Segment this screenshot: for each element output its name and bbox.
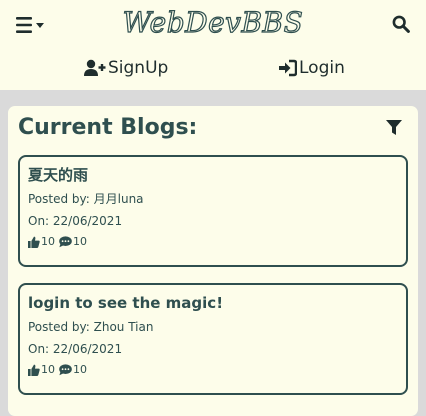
signup-label: SignUp [108,58,169,78]
like-count: 10 [41,363,55,376]
like-stat[interactable]: 10 [28,235,55,249]
blog-card[interactable]: 夏天的雨 Posted by: 月月luna On: 22/06/2021 10 [18,155,408,267]
search-icon [392,15,410,33]
login-link[interactable]: Login [279,56,345,80]
comment-count: 10 [73,235,87,248]
comment-count: 10 [73,363,87,376]
site-brand[interactable]: WebDevBBS [0,4,426,42]
comment-stat[interactable]: 10 [59,235,87,249]
page-title: Current Blogs: [18,115,198,140]
like-stat[interactable]: 10 [28,363,55,377]
top-navbar: WebDevBBS SignUp Login [0,0,426,90]
comment-dots-icon [59,236,72,248]
filter-icon [386,120,402,135]
comment-dots-icon [59,364,72,376]
login-label: Login [299,58,345,78]
blog-date: On: 22/06/2021 [28,342,123,356]
blog-author: Posted by: 月月luna [28,192,144,206]
blog-date: On: 22/06/2021 [28,214,123,228]
filter-button[interactable] [386,120,402,136]
blog-card[interactable]: login to see the magic! Posted by: Zhou … [18,283,408,395]
blog-title[interactable]: login to see the magic! [28,293,223,313]
sign-in-icon [279,59,297,77]
user-plus-icon [84,59,106,76]
blogs-panel: Current Blogs: 夏天的雨 Posted by: 月月luna On… [8,106,418,416]
signup-link[interactable]: SignUp [84,56,168,80]
blog-title[interactable]: 夏天的雨 [28,165,88,185]
blog-author: Posted by: Zhou Tian [28,320,154,334]
search-button[interactable] [392,15,412,35]
blog-stats: 10 10 [28,235,87,249]
blog-stats: 10 10 [28,363,87,377]
thumbs-up-icon [28,236,40,248]
thumbs-up-icon [28,364,40,376]
comment-stat[interactable]: 10 [59,363,87,377]
like-count: 10 [41,235,55,248]
